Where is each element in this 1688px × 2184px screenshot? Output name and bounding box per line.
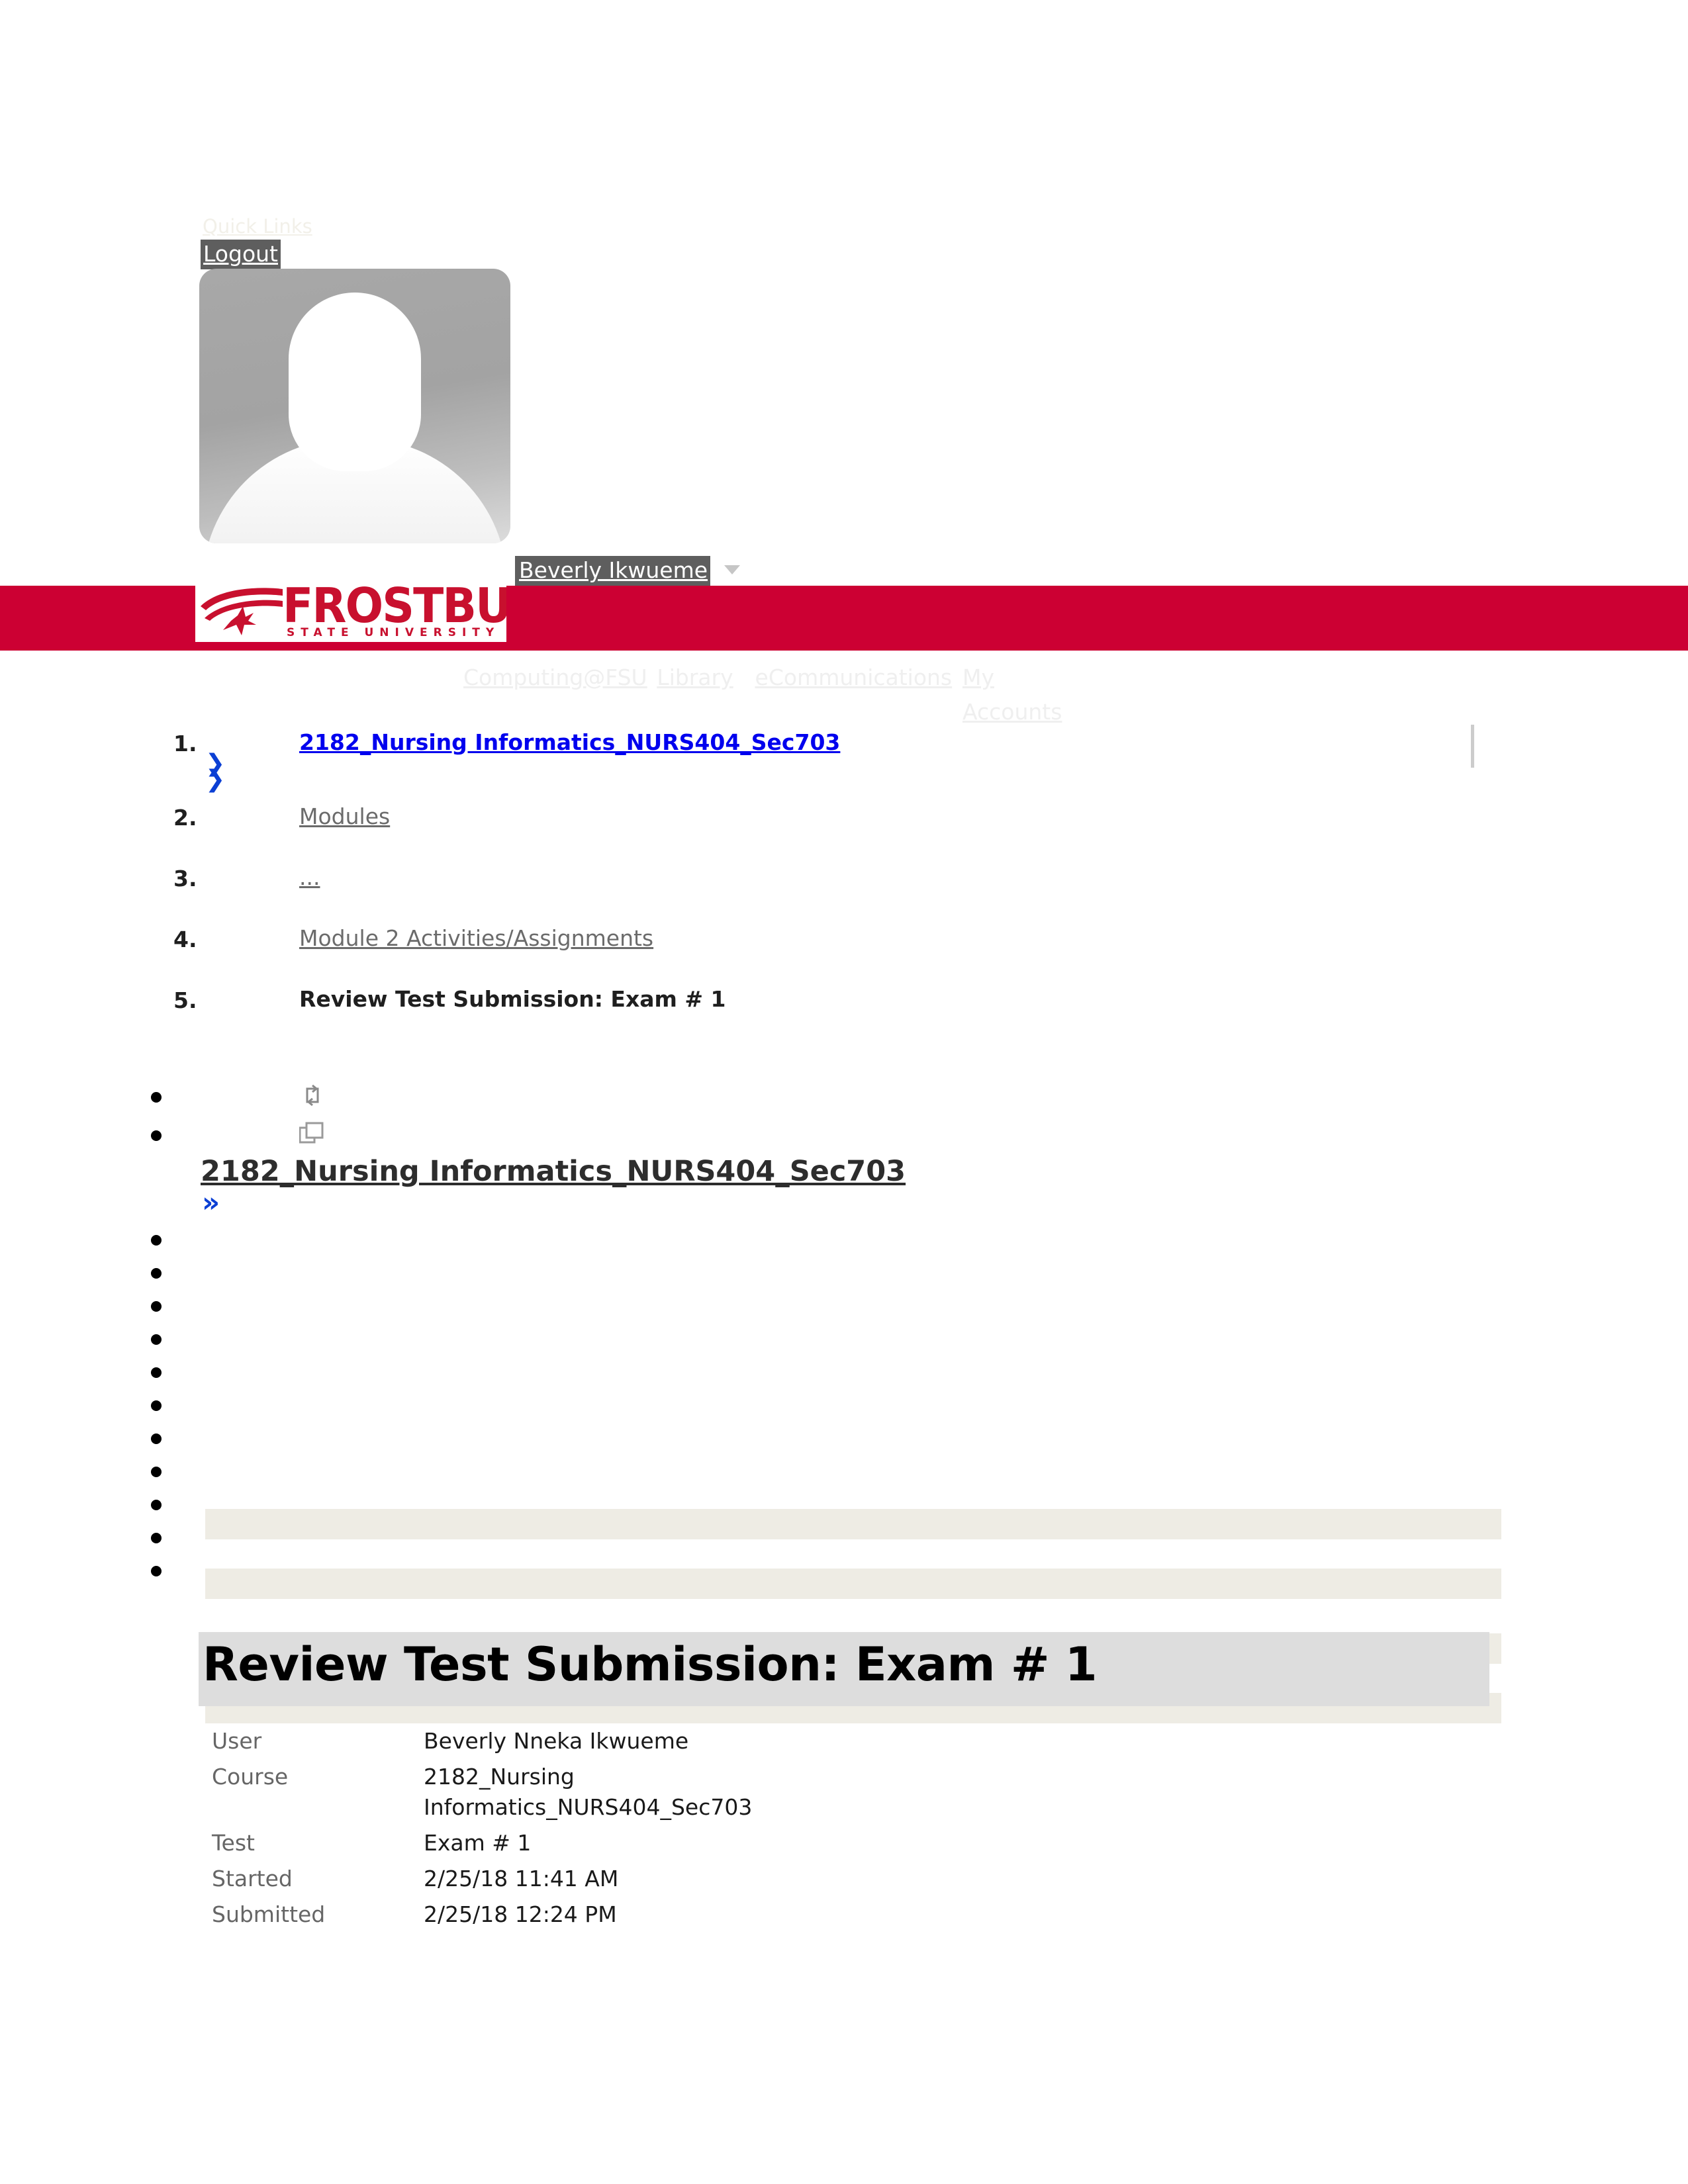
row-value: Exam # 1 — [424, 1830, 532, 1856]
row-value: 2182_Nursing Informatics_NURS404_Sec703 — [424, 1762, 874, 1828]
frostburg-logo[interactable]: FROSTBURG STATE UNIVERSITY — [195, 582, 506, 642]
row-label: Test — [212, 1830, 255, 1856]
row-value: 2/25/18 11:41 AM — [424, 1866, 619, 1891]
table-row: Submitted 2/25/18 12:24 PM — [199, 1899, 874, 1935]
breadcrumb-number: 3. — [173, 866, 197, 891]
chevron-double-right-icon[interactable]: » — [202, 1189, 220, 1216]
breadcrumb-number: 2. — [173, 805, 197, 831]
list-item[interactable] — [151, 1533, 162, 1543]
table-row: Test Exam # 1 — [199, 1828, 874, 1864]
row-label: User — [212, 1728, 262, 1754]
breadcrumb-item: 2. Modules — [0, 796, 1688, 856]
table-row: User Beverly Nneka Ikwueme — [199, 1726, 874, 1762]
breadcrumb: 1. 2182_Nursing Informatics_NURS404_Sec7… — [0, 721, 1688, 1723]
list-item[interactable] — [151, 1467, 162, 1477]
breadcrumb-link-course[interactable]: 2182_Nursing Informatics_NURS404_Sec703 — [299, 729, 840, 755]
list-item[interactable] — [151, 1235, 162, 1246]
table-row: Started 2/25/18 11:41 AM — [199, 1864, 874, 1899]
breadcrumb-link-module2[interactable]: Module 2 Activities/Assignments — [299, 925, 653, 951]
chevron-double-down-icon[interactable]: ❯ ❯ — [205, 752, 225, 792]
list-item[interactable] — [151, 1566, 162, 1576]
avatar[interactable] — [199, 269, 510, 543]
breadcrumb-number: 1. — [173, 731, 197, 756]
breadcrumb-link-ellipsis[interactable]: ... — [299, 864, 320, 890]
row-value-text: 2182_Nursing Informatics_NURS404_Sec703 — [424, 1764, 753, 1820]
open-in-new-window-icon[interactable] — [299, 1122, 324, 1144]
course-title-link[interactable]: 2182_Nursing Informatics_NURS404_Sec703 — [201, 1155, 906, 1188]
list-item[interactable] — [151, 1334, 162, 1345]
top-nav-item-ecommunications[interactable]: eCommunications — [755, 660, 962, 695]
top-nav: Computing@FSU Library eCommunications My… — [463, 660, 1062, 729]
list-item[interactable] — [151, 1367, 162, 1378]
top-nav-item-my-accounts[interactable]: My Accounts — [962, 660, 1062, 729]
top-nav-item-computing[interactable]: Computing@FSU — [463, 660, 657, 695]
page-title: Review Test Submission: Exam # 1 — [203, 1637, 1098, 1692]
page-header: Review Test Submission: Exam # 1 — [199, 1632, 1489, 1706]
row-value: 2/25/18 12:24 PM — [424, 1901, 617, 1927]
list-item[interactable] — [151, 1500, 162, 1510]
list-item-bullet — [151, 1130, 162, 1141]
table-row: Course 2182_Nursing Informatics_NURS404_… — [199, 1762, 874, 1828]
quick-links-link[interactable]: Quick Links — [203, 215, 312, 238]
list-item[interactable] — [151, 1433, 162, 1444]
breadcrumb-number: 5. — [173, 987, 197, 1013]
list-item[interactable] — [151, 1301, 162, 1312]
breadcrumb-current-page: Review Test Submission: Exam # 1 — [299, 986, 726, 1012]
breadcrumb-item: 4. Module 2 Activities/Assignments — [0, 917, 1688, 978]
breadcrumb-separator — [205, 1569, 1501, 1599]
list-item[interactable] — [151, 1268, 162, 1279]
row-label: Started — [212, 1866, 293, 1891]
row-label: Submitted — [212, 1901, 326, 1927]
breadcrumb-item: 5. Review Test Submission: Exam # 1 — [0, 978, 1688, 1039]
list-item[interactable] — [151, 1400, 162, 1411]
refresh-icon[interactable] — [301, 1084, 324, 1107]
frostburg-bobcat-logo-icon — [201, 588, 283, 635]
breadcrumb-link-modules[interactable]: Modules — [299, 803, 390, 829]
user-name-menu[interactable]: Beverly Ikwueme — [515, 556, 711, 586]
breadcrumb-item: 1. 2182_Nursing Informatics_NURS404_Sec7… — [0, 721, 1688, 796]
attempt-info-table: User Beverly Nneka Ikwueme Course 2182_N… — [199, 1726, 874, 1935]
breadcrumb-number: 4. — [173, 927, 197, 952]
row-label: Course — [212, 1764, 289, 1790]
row-value: Beverly Nneka Ikwueme — [424, 1728, 689, 1754]
top-nav-item-library[interactable]: Library — [657, 660, 755, 695]
chevron-down-icon[interactable] — [724, 565, 740, 574]
avatar-head-shape — [289, 293, 421, 471]
list-item-bullet — [151, 1092, 162, 1103]
breadcrumb-separator — [205, 1509, 1501, 1539]
breadcrumb-item: 3. ... — [0, 856, 1688, 917]
logo-subwordmark: STATE UNIVERSITY — [287, 626, 500, 639]
logout-link[interactable]: Logout — [201, 240, 281, 269]
logo-wordmark: FROSTBURG — [283, 582, 506, 633]
